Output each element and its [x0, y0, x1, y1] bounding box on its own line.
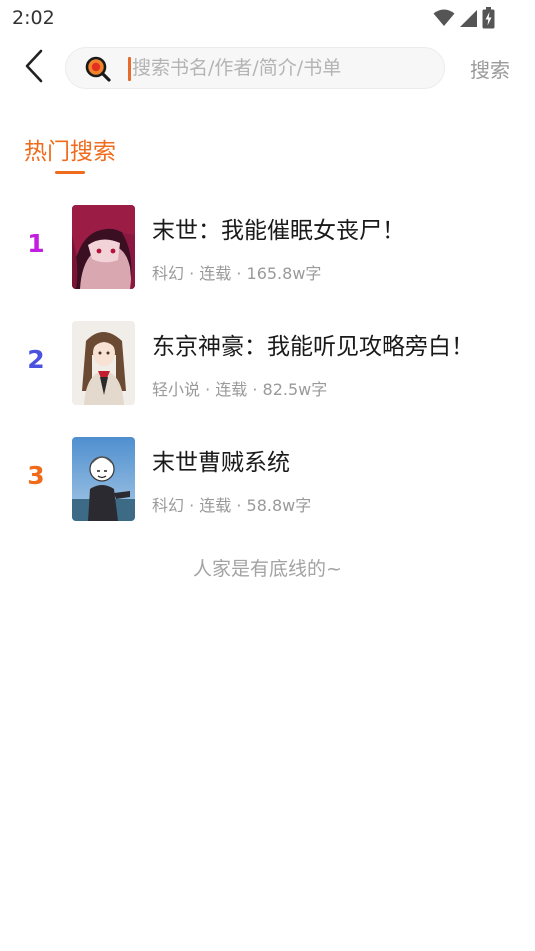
book-rank: 1 [27, 229, 45, 258]
book-meta: 轻小说 · 连载 · 82.5w字 [152, 380, 328, 399]
status-icons [433, 6, 495, 30]
book-title: 末世：我能催眠女丧尸！ [152, 218, 405, 244]
hot-book-item[interactable]: 3 末世曹贼系统 科幻 · 连载 · 58.8w字 [0, 437, 535, 537]
search-header: 搜索 [0, 46, 535, 90]
wifi-icon [433, 9, 455, 27]
battery-charging-icon [482, 7, 495, 29]
back-arrow-icon [24, 49, 44, 87]
search-box[interactable] [65, 47, 445, 89]
text-cursor [128, 57, 131, 81]
search-input[interactable] [132, 48, 432, 88]
hot-book-item[interactable]: 1 末世：我能催眠女丧尸！ 科幻 · 连载 · 165.8w字 [0, 205, 535, 305]
book-cover-image [72, 321, 135, 405]
book-rank: 2 [27, 345, 45, 374]
search-submit-button[interactable]: 搜索 [470, 54, 510, 83]
end-of-list-note: 人家是有底线的~ [193, 558, 342, 580]
status-bar: 2:02 [0, 0, 535, 36]
book-title: 东京神豪：我能听见攻略旁白！ [152, 334, 474, 360]
book-rank: 3 [27, 461, 45, 490]
book-title: 末世曹贼系统 [152, 450, 290, 476]
hot-search-underline [55, 171, 85, 174]
back-button[interactable] [18, 49, 50, 87]
search-icon [84, 55, 112, 83]
signal-icon [459, 9, 478, 28]
hot-search-title: 热门搜索 [24, 139, 116, 165]
book-cover-image [72, 437, 135, 521]
book-meta: 科幻 · 连载 · 165.8w字 [152, 264, 322, 283]
book-cover-image [72, 205, 135, 289]
hot-book-item[interactable]: 2 东京神豪：我能听见攻略旁白！ 轻小说 · 连载 · 82.5w字 [0, 321, 535, 421]
book-meta: 科幻 · 连载 · 58.8w字 [152, 496, 312, 515]
status-time: 2:02 [12, 7, 55, 29]
